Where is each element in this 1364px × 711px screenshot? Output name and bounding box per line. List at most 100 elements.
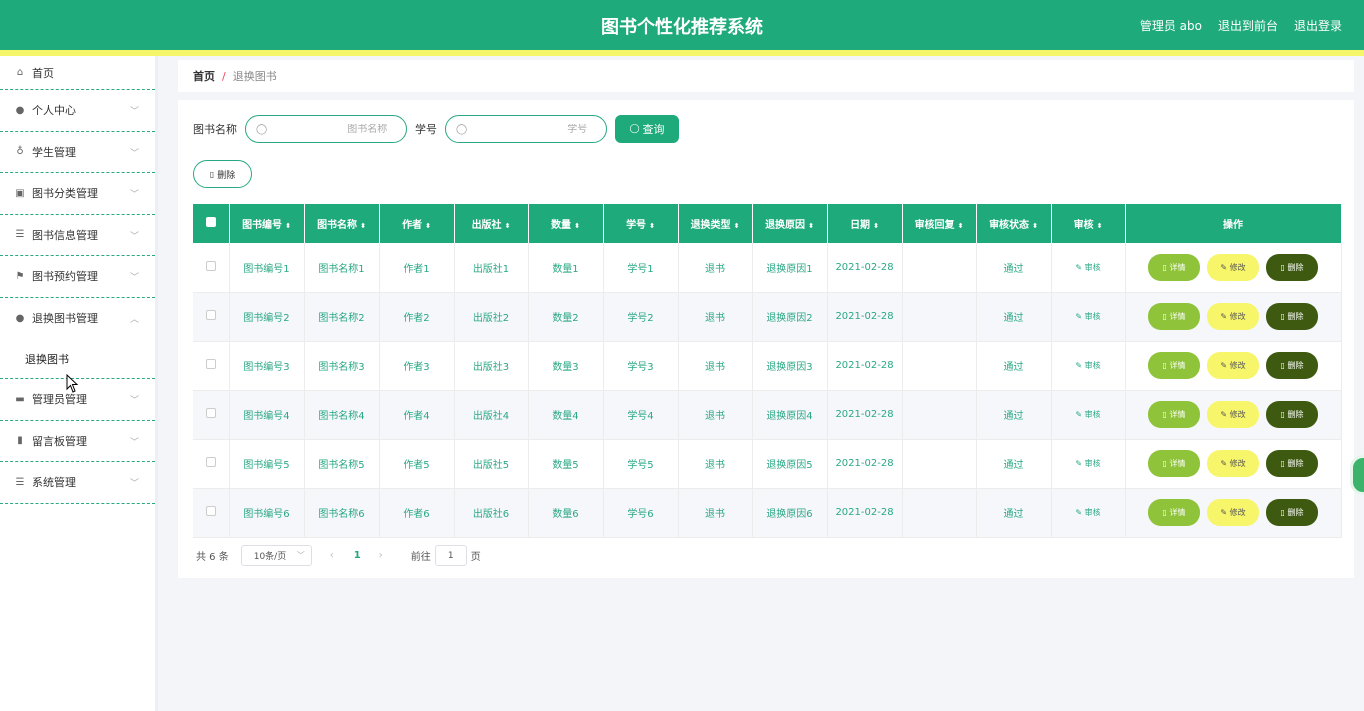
column-header[interactable]: 退换类型 ⬍	[678, 204, 753, 243]
sidebar-item-student-mgmt[interactable]: ♁ 学生管理 ﹀	[0, 132, 155, 173]
edit-icon: ✎	[1220, 361, 1228, 370]
audit-link[interactable]: ✎ 审核	[1051, 439, 1126, 489]
book-name-input[interactable]	[267, 123, 388, 135]
edit-button[interactable]: ✎ 修改	[1207, 499, 1259, 526]
table-row: 图书编号1 图书名称1 作者1 出版社1 数量1 学号1 退书 退换原因1 2021-02-28…	[193, 243, 1342, 293]
column-header[interactable]: 学号 ⬍	[603, 204, 679, 243]
sidebar-subitem-return-books[interactable]: 退换图书	[0, 339, 155, 379]
table-cell	[902, 341, 977, 391]
student-no-input[interactable]	[467, 123, 588, 135]
chevron-down-icon: ﹀	[296, 551, 305, 560]
delete-button[interactable]: ▯ 删除	[1266, 499, 1318, 526]
detail-button[interactable]: ▯ 详情	[1148, 401, 1200, 428]
column-header[interactable]: 审核回复 ⬍	[902, 204, 977, 243]
top-stripe	[0, 50, 1364, 56]
sidebar-item-label: 图书信息管理	[32, 228, 98, 242]
row-checkbox[interactable]	[193, 390, 230, 440]
column-header[interactable]: 作者 ⬍	[379, 204, 455, 243]
delete-button[interactable]: ▯ 删除	[1266, 303, 1318, 330]
delete-button[interactable]: ▯ 删除	[1266, 401, 1318, 428]
detail-button[interactable]: ▯ 详情	[1148, 450, 1200, 477]
table-cell: 图书编号5	[229, 439, 305, 489]
edit-icon: ✎	[1075, 312, 1083, 321]
page-size-select[interactable]: 10条/页 ﹀	[240, 545, 312, 566]
column-header[interactable]: 数量 ⬍	[528, 204, 604, 243]
audit-link[interactable]: ✎ 审核	[1051, 390, 1126, 440]
edit-button[interactable]: ✎ 修改	[1207, 352, 1259, 379]
page-suffix: 页	[470, 552, 481, 563]
document-icon: ▯	[1162, 262, 1167, 272]
table-cell: 学号5	[603, 439, 679, 489]
row-checkbox[interactable]	[193, 292, 230, 342]
breadcrumb-home[interactable]: 首页	[193, 68, 215, 84]
edit-icon: ✎	[1220, 459, 1228, 468]
to-front-link[interactable]: 退出到前台	[1218, 17, 1278, 34]
floating-action-button[interactable]	[1350, 455, 1364, 495]
column-header[interactable]: 图书名称 ⬍	[304, 204, 380, 243]
edit-button[interactable]: ✎ 修改	[1207, 303, 1259, 330]
column-header[interactable]: 日期 ⬍	[827, 204, 903, 243]
row-checkbox[interactable]	[193, 439, 230, 489]
breadcrumb-current: 退换图书	[232, 70, 277, 83]
sidebar-item-system-mgmt[interactable]: ☰ 系统管理 ﹀	[0, 462, 155, 504]
detail-button[interactable]: ▯ 详情	[1148, 303, 1200, 330]
select-all-checkbox[interactable]	[193, 204, 230, 243]
audit-link[interactable]: ✎ 审核	[1051, 488, 1126, 538]
next-page-icon[interactable]: ›	[379, 550, 383, 561]
sidebar-item-reservation-mgmt[interactable]: ⚑ 图书预约管理 ﹀	[0, 256, 155, 298]
operations-cell: ▯ 详情 ✎ 修改 ▯ 删除	[1125, 243, 1342, 293]
chevron-down-icon: ﹀	[129, 231, 139, 242]
sidebar-item-home[interactable]: ⌂ 首页	[0, 56, 155, 90]
sidebar-item-label: 首页	[32, 66, 54, 80]
prev-page-icon[interactable]: ‹	[330, 550, 334, 561]
table-cell: 退书	[678, 439, 753, 489]
row-checkbox[interactable]	[193, 341, 230, 391]
edit-button[interactable]: ✎ 修改	[1207, 253, 1259, 281]
batch-delete-label: 删除	[217, 170, 236, 181]
document-icon: ▯	[1162, 508, 1167, 517]
table-cell: 2021-02-28	[827, 341, 903, 391]
edit-icon: ✎	[1220, 508, 1228, 517]
breadcrumb-separator: /	[222, 69, 226, 83]
table-cell: 通过	[976, 243, 1052, 293]
page-number[interactable]: 1	[354, 550, 361, 561]
edit-button[interactable]: ✎ 修改	[1207, 401, 1259, 428]
detail-button[interactable]: ▯ 详情	[1148, 499, 1200, 526]
goto-page-input[interactable]: 1	[434, 545, 467, 566]
audit-link[interactable]: ✎ 审核	[1051, 243, 1126, 293]
column-header[interactable]: 审核状态 ⬍	[976, 204, 1052, 243]
audit-link[interactable]: ✎ 审核	[1051, 292, 1126, 342]
query-button[interactable]: ◯ 查询	[615, 115, 679, 143]
image-icon: ▣	[15, 187, 25, 199]
sort-icon: ⬍	[285, 222, 291, 230]
column-header[interactable]: 出版社 ⬍	[454, 204, 529, 243]
book-name-search-field[interactable]: ◯	[245, 115, 407, 143]
trash-icon: ▯	[1280, 459, 1285, 468]
sidebar-item-message-board-mgmt[interactable]: ▮ 留言板管理 ﹀	[0, 421, 155, 462]
column-header[interactable]: 退换原因 ⬍	[752, 204, 828, 243]
top-bar: 图书个性化推荐系统 管理员 abo 退出到前台 退出登录	[0, 0, 1364, 50]
column-header[interactable]: 图书编号 ⬍	[229, 204, 305, 243]
row-checkbox[interactable]	[193, 488, 230, 538]
delete-button[interactable]: ▯ 删除	[1266, 253, 1318, 281]
sidebar-item-book-info-mgmt[interactable]: ☰ 图书信息管理 ﹀	[0, 215, 155, 256]
delete-button[interactable]: ▯ 删除	[1266, 450, 1318, 477]
trash-icon: ▯	[1280, 361, 1285, 370]
student-no-search-field[interactable]: ◯	[445, 115, 607, 143]
delete-button[interactable]: ▯ 删除	[1266, 352, 1318, 379]
row-checkbox[interactable]	[193, 243, 230, 293]
detail-button[interactable]: ▯ 详情	[1148, 253, 1200, 281]
audit-link[interactable]: ✎ 审核	[1051, 341, 1126, 391]
edit-button[interactable]: ✎ 修改	[1207, 450, 1259, 477]
sidebar-item-category-mgmt[interactable]: ▣ 图书分类管理 ﹀	[0, 173, 155, 215]
sidebar-item-personal-center[interactable]: ● 个人中心 ﹀	[0, 90, 155, 132]
batch-delete-button[interactable]: ▯ 删除	[193, 160, 252, 188]
column-header[interactable]: 审核 ⬍	[1051, 204, 1126, 243]
sidebar-item-return-mgmt[interactable]: ● 退换图书管理 ︿	[0, 298, 155, 340]
table-cell	[902, 292, 977, 342]
table-cell: 数量5	[528, 439, 604, 489]
logout-link[interactable]: 退出登录	[1294, 17, 1342, 34]
trash-icon: ▯	[1280, 410, 1285, 419]
search-row: 图书名称 ◯ 学号 ◯ ◯ 查询	[193, 115, 679, 143]
detail-button[interactable]: ▯ 详情	[1148, 352, 1200, 379]
